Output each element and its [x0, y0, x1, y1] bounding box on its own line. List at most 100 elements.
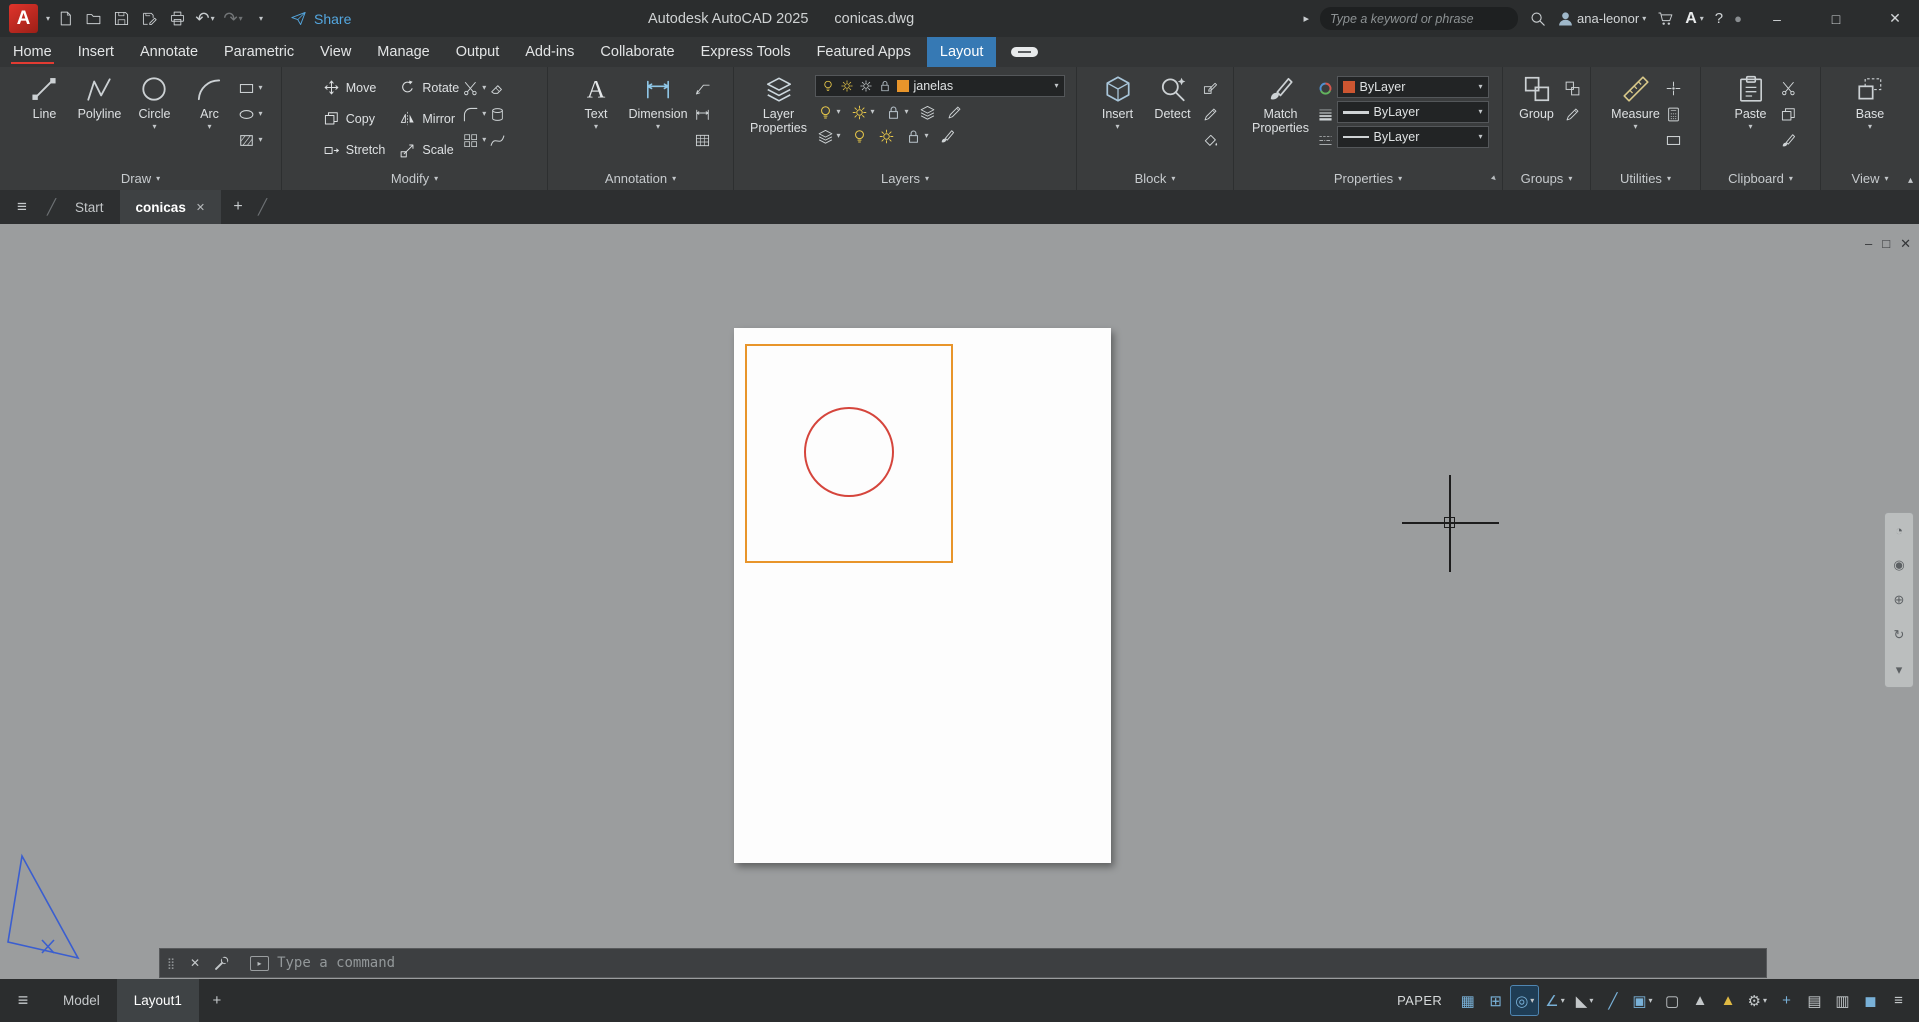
utilities-panel-label[interactable]: Utilities ▾	[1591, 167, 1700, 190]
erase-tool-button[interactable]	[489, 79, 506, 97]
block-attributes-button[interactable]	[1202, 131, 1219, 149]
group-button[interactable]: Group	[1513, 71, 1561, 167]
plot-button[interactable]	[164, 6, 190, 32]
ungroup-button[interactable]	[1564, 79, 1581, 97]
tab-output[interactable]: Output	[443, 37, 513, 67]
app-logo[interactable]: A	[9, 4, 38, 33]
open-file-button[interactable]	[80, 6, 106, 32]
close-tab-icon[interactable]: ✕	[196, 201, 205, 214]
store-cart-button[interactable]	[1657, 10, 1674, 27]
viewport-minimize-icon[interactable]: –	[1865, 236, 1872, 252]
viewport-maximize-button[interactable]: ▢	[1660, 986, 1685, 1015]
line-tool-button[interactable]: Line	[18, 71, 70, 167]
cut-clip-button[interactable]	[1780, 79, 1797, 97]
layers-panel-label[interactable]: Layers ▾	[734, 167, 1076, 190]
insert-block-button[interactable]: Insert ▾	[1092, 71, 1144, 167]
layer-on-button[interactable]	[851, 127, 868, 145]
layout1-tab[interactable]: Layout1	[117, 979, 199, 1022]
group-edit-button[interactable]	[1564, 105, 1581, 123]
otrack-toggle-button[interactable]: ╱	[1600, 986, 1625, 1015]
layer-isolate-button[interactable]: ▾	[851, 103, 875, 121]
new-drawing-tab-button[interactable]: +	[221, 190, 255, 224]
orbit-icon[interactable]: ↻	[1894, 627, 1905, 643]
user-account-button[interactable]: ana-leonor ▾	[1557, 10, 1646, 27]
tab-featured-apps[interactable]: Featured Apps	[804, 37, 924, 67]
isolate-objects-button[interactable]: ◼	[1858, 986, 1883, 1015]
paste-dropdown-icon[interactable]: ▾	[1748, 123, 1752, 131]
linetype-list-button[interactable]	[1317, 131, 1334, 149]
workspace-switcher-button[interactable]: ⚙▾	[1744, 986, 1771, 1015]
color-picker-button[interactable]	[1317, 79, 1334, 97]
tab-home[interactable]: Home	[0, 37, 65, 67]
viewport-close-icon[interactable]: ✕	[1900, 236, 1911, 252]
base-dropdown-icon[interactable]: ▾	[1868, 123, 1872, 131]
rectangle-tool-button[interactable]: ▾	[238, 79, 262, 97]
block-panel-label[interactable]: Block ▾	[1077, 167, 1233, 190]
layer-state-button[interactable]: ▾	[817, 127, 841, 145]
layer-off-button[interactable]: ▾	[817, 103, 841, 121]
view-panel-label[interactable]: View ▾	[1821, 167, 1919, 190]
array-tool-button[interactable]: ▾	[462, 131, 486, 149]
layout-tabs-menu-button[interactable]: ≡	[0, 979, 46, 1022]
groups-panel-label[interactable]: Groups ▾	[1503, 167, 1590, 190]
steering-wheel-icon[interactable]: ◔	[1895, 523, 1903, 538]
linetype-dropdown[interactable]: ByLayer ▾	[1337, 126, 1489, 148]
command-line[interactable]: ⣿ ✕ ▸	[159, 948, 1767, 978]
lineweight-dropdown[interactable]: ByLayer ▾	[1337, 101, 1489, 123]
grid-toggle-button[interactable]: ▦	[1455, 986, 1480, 1015]
text-tool-button[interactable]: Text ▾	[570, 71, 622, 167]
customization-button[interactable]: ≡	[1886, 986, 1911, 1015]
osnap-toggle-button[interactable]: ◎▾	[1511, 986, 1538, 1015]
modify-panel-label[interactable]: Modify ▾	[282, 167, 547, 190]
layer-thaw-button[interactable]	[878, 127, 895, 145]
match-properties-button[interactable]: Match Properties	[1248, 71, 1314, 167]
explode-tool-button[interactable]	[489, 131, 506, 149]
offset-tool-button[interactable]	[489, 105, 506, 123]
search-button[interactable]	[1529, 10, 1546, 27]
close-button[interactable]: ✕	[1871, 0, 1919, 37]
annotation-autoscale-button[interactable]: ▲	[1716, 986, 1741, 1015]
redo-button[interactable]: ↷▾	[220, 6, 246, 32]
annotation-visibility-button[interactable]: ▲	[1688, 986, 1713, 1015]
block-create-button[interactable]	[1202, 105, 1219, 123]
annotation-panel-label[interactable]: Annotation ▾	[548, 167, 733, 190]
stretch-tool-button[interactable]: Stretch	[323, 137, 386, 164]
tab-annotate[interactable]: Annotate	[127, 37, 211, 67]
scale-tool-button[interactable]: Scale	[399, 137, 459, 164]
layer-dropdown[interactable]: janelas ▾	[815, 75, 1065, 97]
insert-dropdown-icon[interactable]: ▾	[1115, 123, 1119, 131]
arc-dropdown-icon[interactable]: ▾	[207, 123, 211, 131]
dimension-dropdown-icon[interactable]: ▾	[656, 123, 660, 131]
tab-view[interactable]: View	[307, 37, 364, 67]
layer-walk-button[interactable]	[946, 103, 963, 121]
layer-lock-button[interactable]: ▾	[905, 127, 929, 145]
viewport-restore-icon[interactable]: □	[1882, 236, 1890, 252]
command-line-customize-button[interactable]	[208, 949, 234, 977]
tab-parametric[interactable]: Parametric	[211, 37, 307, 67]
share-button[interactable]: Share	[290, 10, 351, 27]
copy-clip-button[interactable]	[1780, 105, 1797, 123]
quick-calculator-button[interactable]	[1665, 105, 1682, 123]
osnap-2d-toggle-button[interactable]: ▣▾	[1628, 986, 1656, 1015]
copy-tool-button[interactable]: Copy	[323, 105, 386, 132]
ribbon-collapse-icon[interactable]: ▴	[1908, 175, 1913, 186]
circle-tool-button[interactable]: Circle ▾	[128, 71, 180, 167]
layer-paint-button[interactable]	[939, 127, 956, 145]
lineweight-list-button[interactable]	[1317, 105, 1334, 123]
layout-paper-sheet[interactable]	[734, 328, 1111, 863]
autodesk-apps-button[interactable]: A ▾	[1685, 10, 1704, 28]
annotation-scale-add-button[interactable]: +	[1774, 986, 1799, 1015]
layer-freeze-button[interactable]: ▾	[885, 103, 909, 121]
dimension-style-button[interactable]	[694, 105, 711, 123]
circle-dropdown-icon[interactable]: ▾	[152, 123, 156, 131]
polyline-tool-button[interactable]: Polyline	[73, 71, 125, 167]
health-status-icon[interactable]: ●	[1734, 11, 1742, 26]
undo-button[interactable]: ↶▾	[192, 6, 218, 32]
text-dropdown-icon[interactable]: ▾	[594, 123, 598, 131]
mirror-tool-button[interactable]: Mirror	[399, 105, 459, 132]
quick-properties-button[interactable]: ▤	[1802, 986, 1827, 1015]
qat-customize-button[interactable]: ▾	[248, 6, 274, 32]
file-tab-start[interactable]: Start	[59, 190, 120, 224]
quick-select-button[interactable]	[1665, 131, 1682, 149]
app-menu-arrow-icon[interactable]: ▾	[46, 15, 50, 23]
